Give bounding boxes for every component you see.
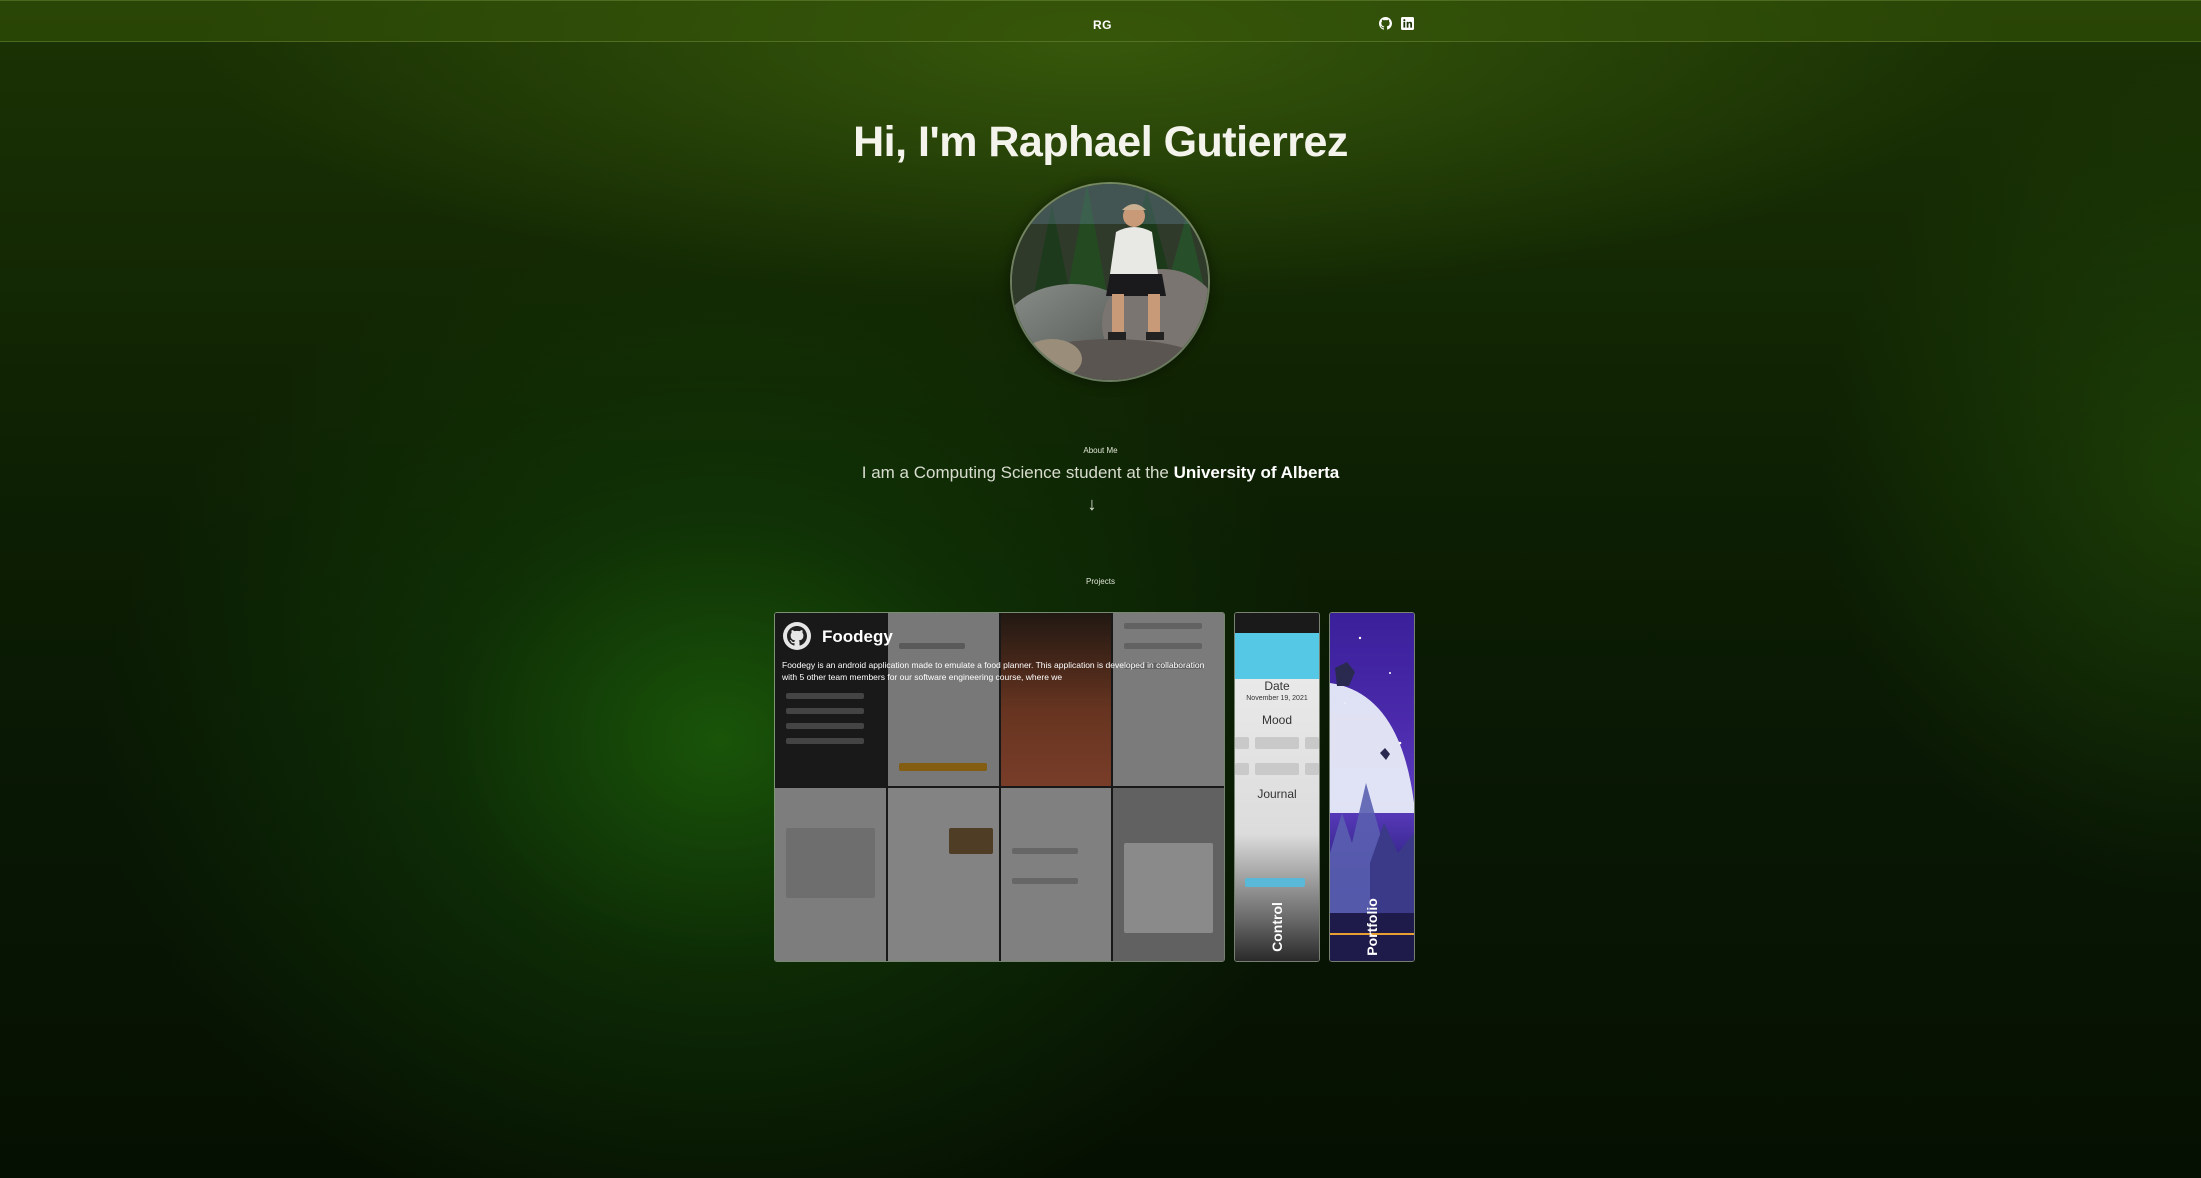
linkedin-icon[interactable] (1401, 17, 1414, 30)
project-description: Foodegy is an android application made t… (782, 660, 1205, 682)
scroll-down-arrow-icon[interactable]: ↓ (1083, 494, 1101, 514)
control-date-value: November 19, 2021 (1246, 695, 1308, 702)
control-mood-label: Mood (1261, 713, 1293, 727)
project-card-portfolio[interactable]: Portfolio (1329, 612, 1415, 962)
project-title: Foodegy (822, 627, 893, 646)
control-journal-label: Journal (1257, 787, 1297, 801)
about-text-prefix: I am a Computing Science student at the (861, 463, 1174, 482)
page-title: Hi, I'm Raphael Gutierrez (853, 118, 1348, 166)
project-card-control[interactable]: Date November 19, 2021 Mood Journal Cont… (1234, 612, 1320, 962)
project-card-foodegy[interactable]: Foodegy Foodegy is an android applicatio… (774, 612, 1225, 962)
project-title: Control (1269, 902, 1285, 952)
site-logo[interactable]: RG (1093, 18, 1112, 32)
top-navbar: RG (0, 0, 2201, 42)
profile-photo (1012, 184, 1208, 380)
github-icon[interactable] (1379, 17, 1392, 30)
projects-section-label: Projects (1086, 577, 1115, 586)
project-title: Portfolio (1364, 898, 1380, 956)
control-date-label: Date (1264, 679, 1290, 693)
about-section-label: About Me (1083, 446, 1118, 455)
avatar (1010, 182, 1210, 382)
about-text: I am a Computing Science student at the … (0, 463, 2201, 483)
university-name: University of Alberta (1173, 463, 1340, 482)
github-icon[interactable] (783, 622, 811, 650)
